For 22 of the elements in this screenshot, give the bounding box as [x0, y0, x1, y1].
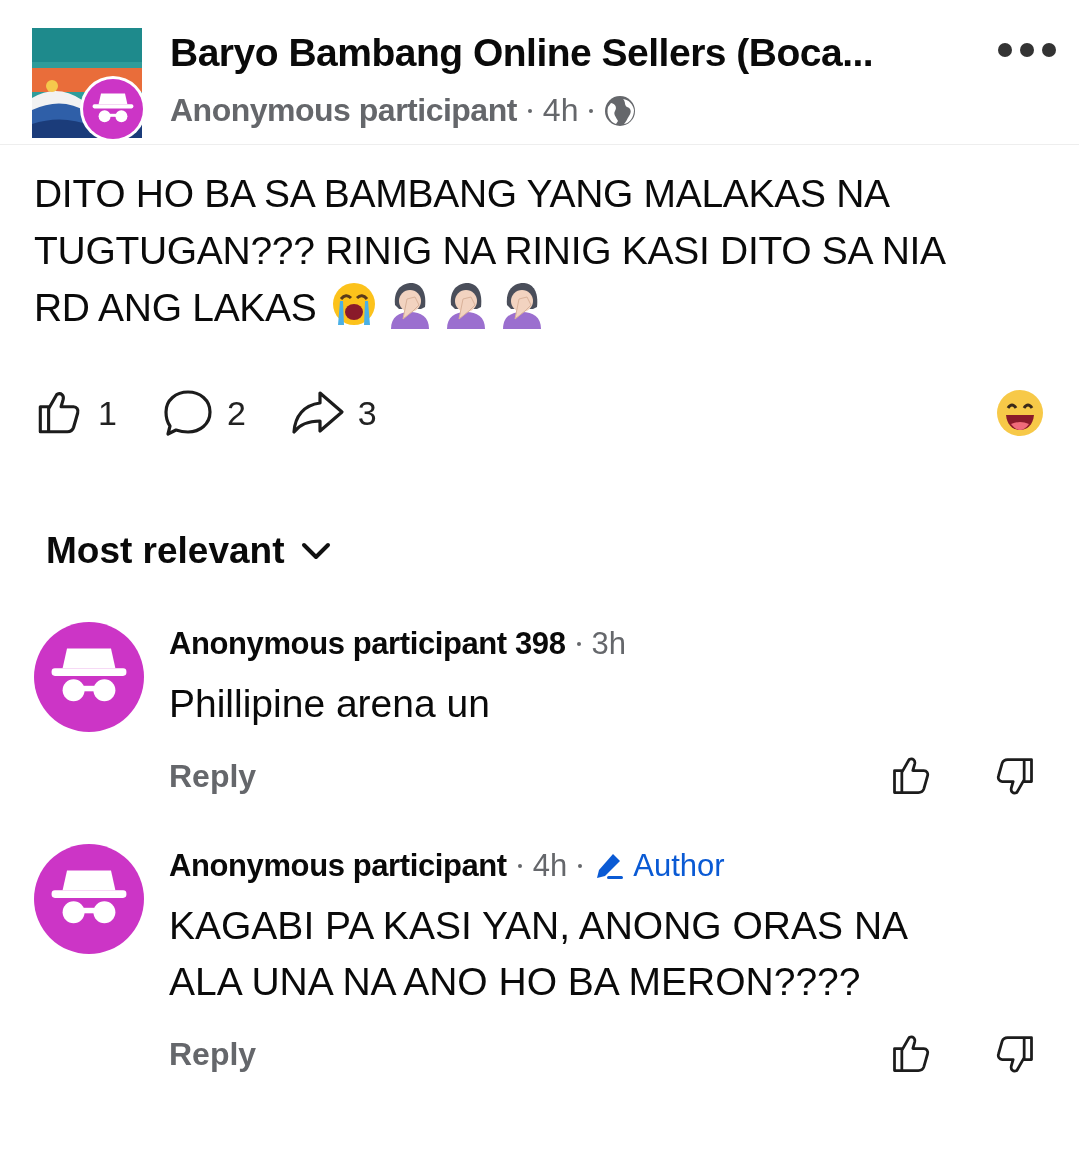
author-label: Author: [633, 848, 725, 884]
chevron-down-icon[interactable]: [300, 541, 331, 561]
action-count: 2: [226, 393, 246, 433]
post-text: DITO HO BA SA BAMBANG YANG MALAKAS NA TUGTUGAN??? RINIG NA RINIG KASI DITO SA NIA RD ANG LAKAS: [33, 171, 947, 331]
comment-time: 4h: [532, 848, 568, 884]
author-name[interactable]: Anonymous participant: [170, 92, 517, 129]
sort-dropdown[interactable]: Most relevant: [46, 530, 285, 572]
comment-text: Phillipine arena un: [169, 681, 491, 727]
anonymous-avatar: [83, 79, 143, 139]
more-options-icon[interactable]: [997, 42, 1057, 58]
group-name[interactable]: Baryo Bambang Online Sellers (Boca...: [170, 28, 997, 78]
reply-link[interactable]: Reply: [169, 1035, 257, 1073]
laughing-face-icon[interactable]: [995, 388, 1045, 438]
comment-time: 3h: [591, 626, 626, 662]
post-time[interactable]: 4h: [542, 92, 579, 129]
commenter-name[interactable]: Anonymous participant: [169, 848, 507, 884]
action-count: 3: [357, 393, 377, 433]
comment-text: KAGABI PA KASI YAN, ANONG ORAS NA ALA UNA NA ANO HO BA MERON????: [169, 903, 910, 1005]
reply-link[interactable]: Reply: [169, 757, 257, 795]
globe-icon: [604, 94, 637, 127]
commenter-name[interactable]: Anonymous participant 398: [169, 626, 566, 662]
action-count: 1: [98, 393, 117, 433]
